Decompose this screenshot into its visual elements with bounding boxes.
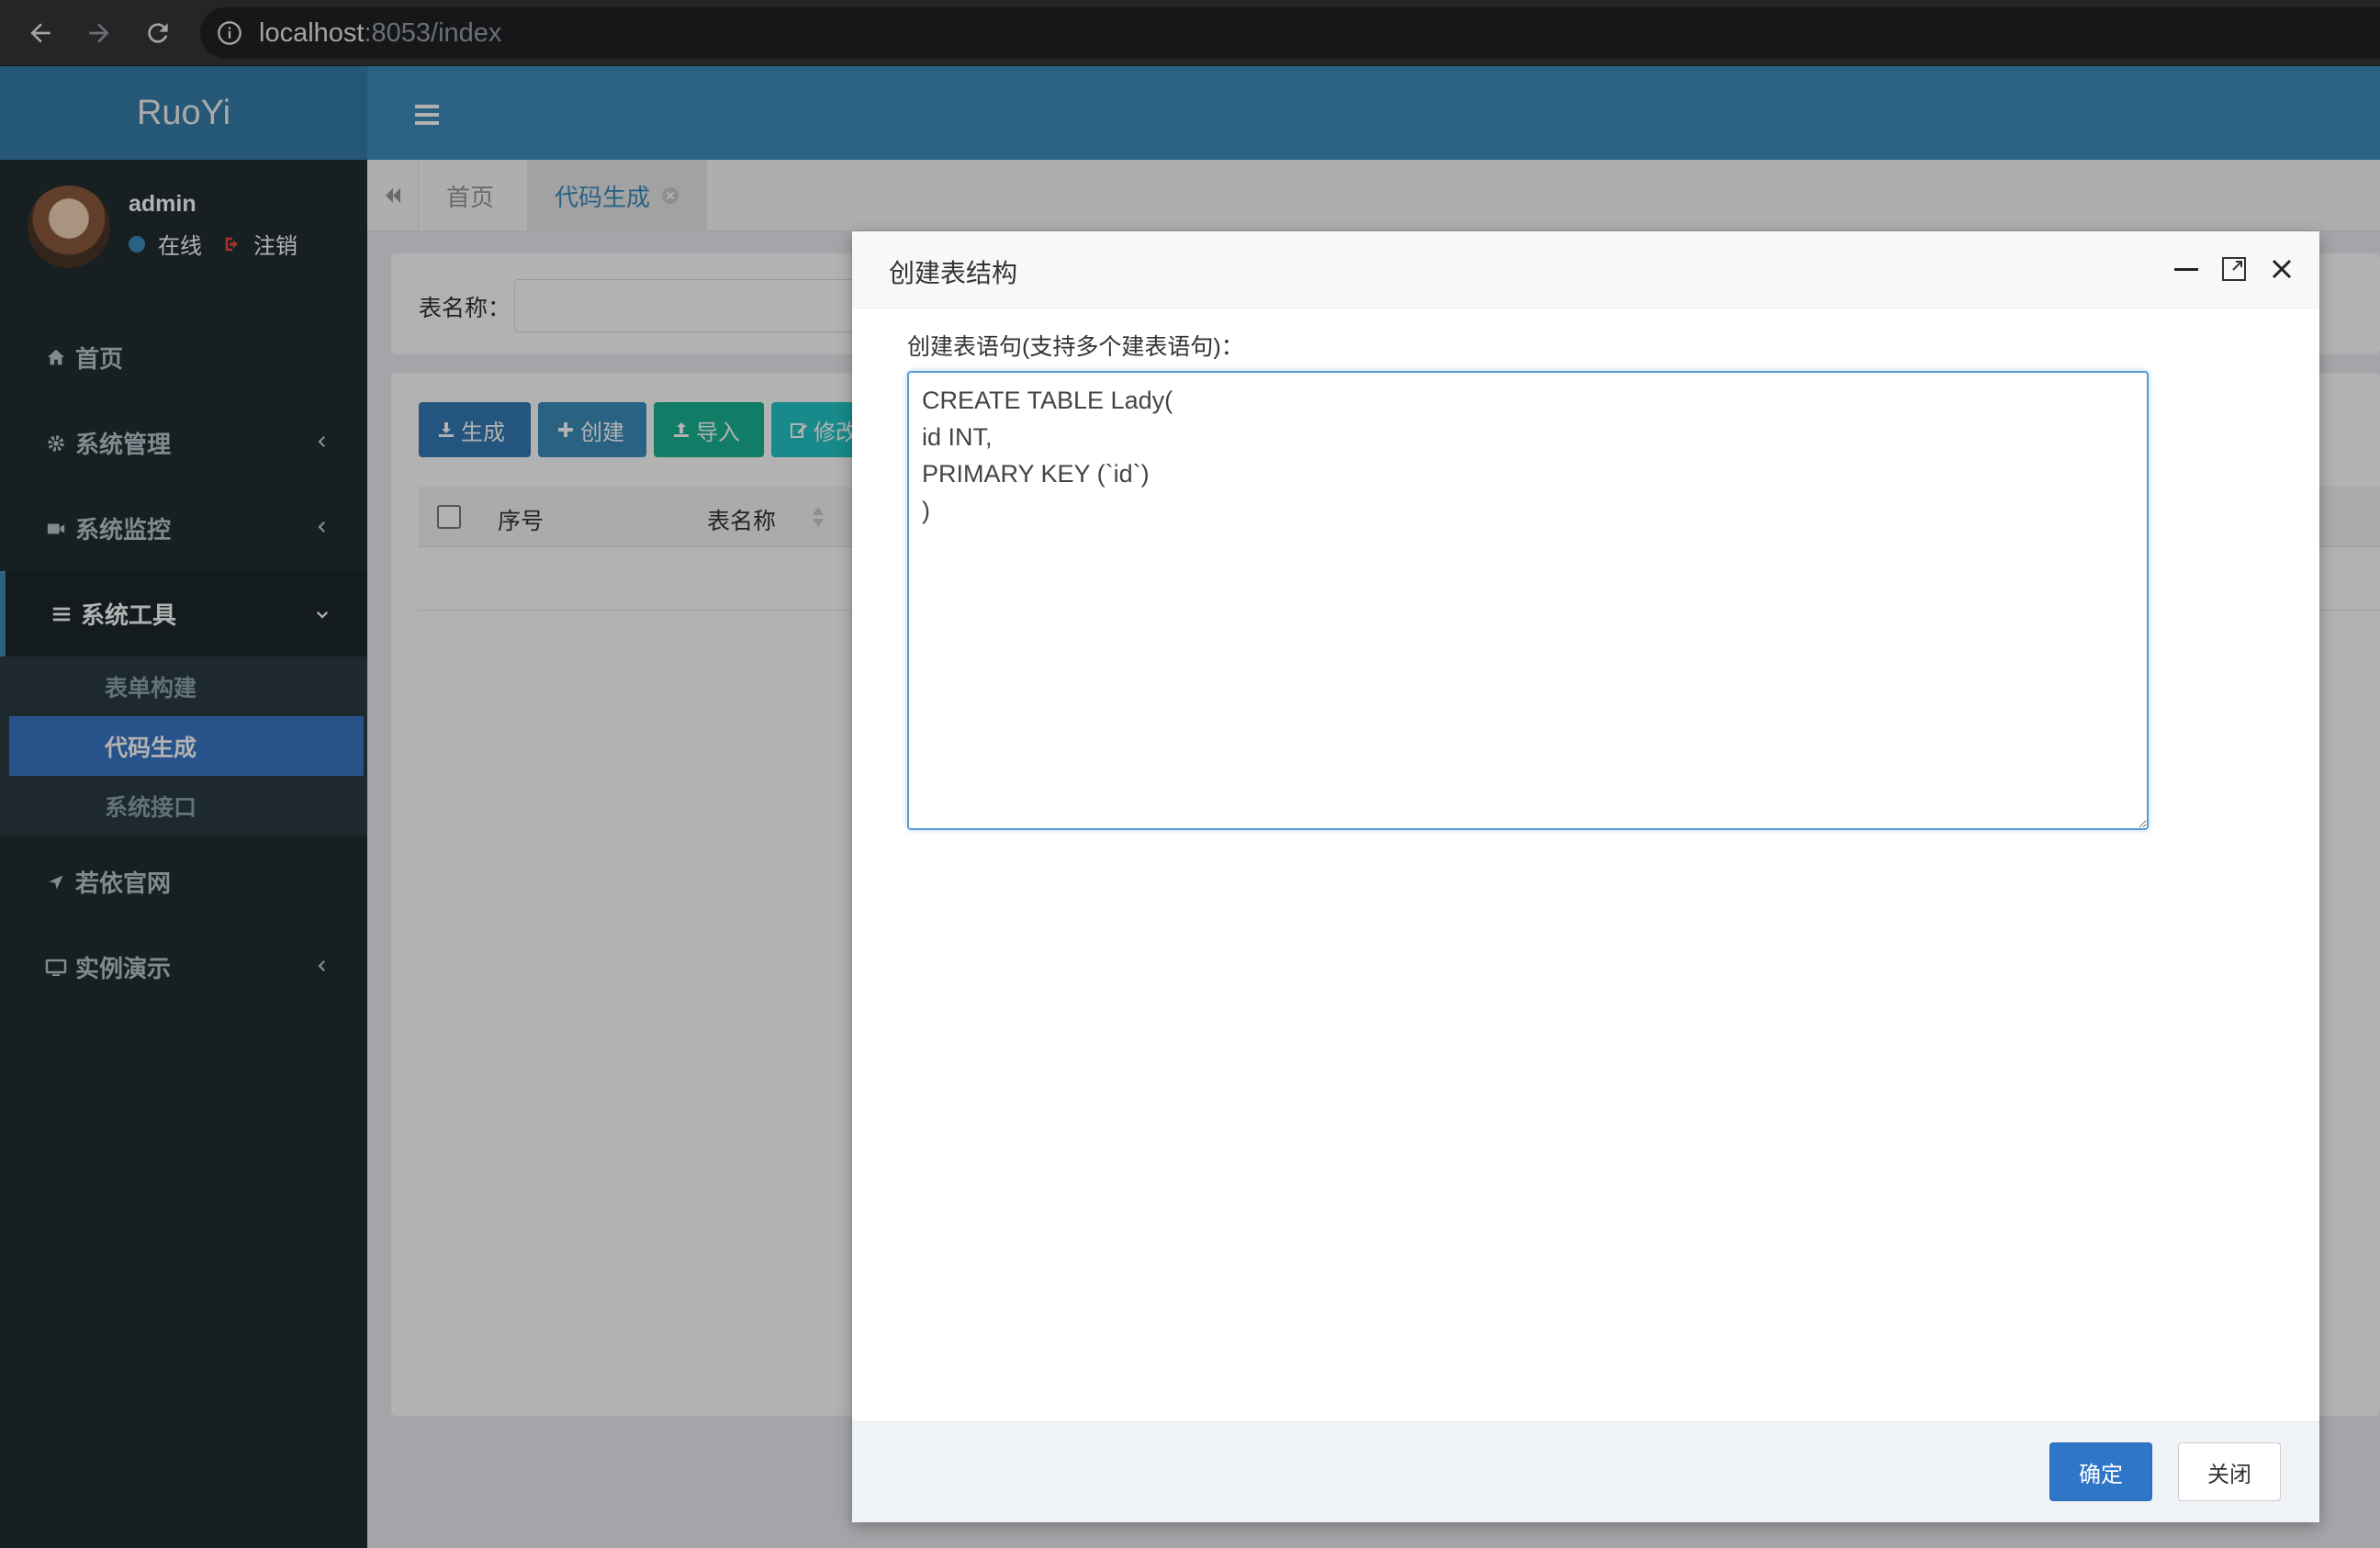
dialog-body: 创建表语句(支持多个建表语句)： CREATE TABLE Lady( id I… <box>852 308 2319 1421</box>
dialog-header: 创建表结构 <box>852 231 2319 308</box>
close-dialog-button[interactable] <box>2266 253 2297 285</box>
create-table-dialog: 创建表结构 创建表语句(支持多个建表语句)： CREATE TABLE Lady… <box>852 231 2319 1522</box>
confirm-button[interactable]: 确定 <box>2049 1442 2152 1501</box>
minimize-button[interactable] <box>2171 253 2202 285</box>
dialog-title: 创建表结构 <box>889 259 1018 287</box>
maximize-button[interactable] <box>2218 253 2250 285</box>
dialog-footer: 确定 关闭 <box>852 1421 2319 1522</box>
sql-field-label: 创建表语句(支持多个建表语句)： <box>907 334 1244 360</box>
maximize-icon <box>2222 257 2246 281</box>
minimize-icon <box>2174 268 2198 271</box>
close-icon <box>2272 259 2292 279</box>
sql-textarea[interactable]: CREATE TABLE Lady( id INT, PRIMARY KEY (… <box>907 371 2149 830</box>
close-button[interactable]: 关闭 <box>2178 1442 2281 1501</box>
